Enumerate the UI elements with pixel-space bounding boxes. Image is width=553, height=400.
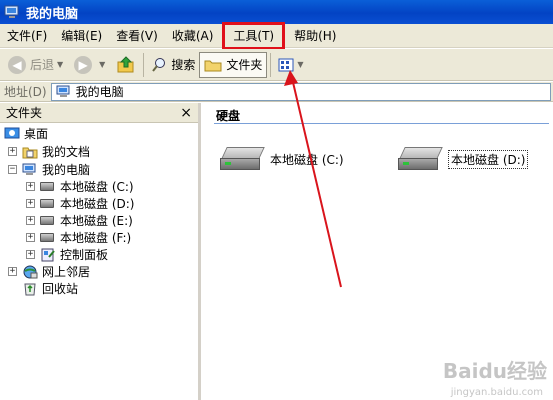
- hard-drive-icon: [40, 180, 56, 194]
- address-value: 我的电脑: [75, 85, 124, 99]
- expand-icon[interactable]: +: [26, 216, 35, 225]
- search-button[interactable]: 搜索: [147, 52, 199, 78]
- folder-up-icon: [117, 55, 134, 72]
- my-computer-icon: [56, 85, 70, 97]
- hard-drive-icon: [40, 197, 56, 211]
- tree-label: 本地磁盘 (E:): [60, 214, 133, 228]
- expand-icon[interactable]: +: [26, 182, 35, 191]
- desktop-icon: [4, 127, 20, 141]
- back-arrow-icon: ◀: [8, 55, 26, 74]
- toolbar-separator: [270, 52, 272, 77]
- back-label: 后退: [30, 58, 55, 72]
- expand-icon[interactable]: +: [26, 233, 35, 242]
- hard-drive-icon: [398, 145, 444, 173]
- hard-drive-icon: [220, 145, 266, 173]
- expand-icon[interactable]: +: [8, 147, 17, 156]
- menu-favorites[interactable]: 收藏(A): [165, 26, 221, 46]
- folder-icon: [204, 60, 222, 71]
- expand-icon[interactable]: +: [8, 267, 17, 276]
- address-input[interactable]: 我的电脑: [50, 82, 551, 101]
- tree-label: 桌面: [24, 127, 49, 141]
- title-bar: 我的电脑: [0, 0, 553, 24]
- menu-bar: 文件(F) 编辑(E) 查看(V) 收藏(A) 工具(T) 帮助(H): [0, 21, 553, 50]
- watermark-url: jingyan.baidu.com: [450, 387, 543, 398]
- toolbar: ◀ 后退 ▼ ▶ ▼ 搜索 文件夹 ▼: [0, 49, 553, 81]
- hard-drive-icon: [40, 231, 56, 245]
- close-icon[interactable]: ×: [180, 105, 192, 121]
- documents-folder-icon: [22, 145, 38, 159]
- tree-item-recycle-bin[interactable]: 回收站: [22, 280, 78, 297]
- tree-item-control-panel[interactable]: + 控制面板: [26, 246, 108, 263]
- group-divider: [214, 123, 549, 124]
- window-title: 我的电脑: [26, 6, 79, 22]
- forward-button[interactable]: ▶ ▼: [70, 52, 112, 78]
- drive-label: 本地磁盘 (C:): [270, 152, 344, 167]
- tree-label: 我的文档: [42, 145, 91, 159]
- tree-item-desktop[interactable]: 桌面: [4, 125, 48, 142]
- folders-pane: 文件夹 × 桌面 + 我的文档 − 我的电脑 + 本地磁盘 (C:) + 本地磁…: [0, 103, 201, 400]
- tree-label: 我的电脑: [42, 163, 91, 177]
- tree-item-drive-e[interactable]: + 本地磁盘 (E:): [26, 212, 133, 229]
- chevron-down-icon[interactable]: ▼: [99, 60, 105, 69]
- drive-item-d[interactable]: 本地磁盘 (D:): [398, 145, 529, 173]
- watermark: Baidu经验: [442, 359, 547, 383]
- my-computer-icon: [22, 163, 38, 177]
- menu-file[interactable]: 文件(F): [0, 26, 54, 46]
- menu-help[interactable]: 帮助(H): [287, 26, 343, 46]
- chevron-down-icon[interactable]: ▼: [297, 60, 303, 69]
- tree-label: 控制面板: [60, 248, 109, 262]
- up-button[interactable]: [112, 52, 140, 78]
- search-label: 搜索: [171, 58, 196, 72]
- tree-item-drive-c[interactable]: + 本地磁盘 (C:): [26, 178, 134, 195]
- tree-label: 本地磁盘 (F:): [60, 231, 132, 245]
- network-globe-icon: [22, 265, 38, 279]
- tree-item-my-computer[interactable]: − 我的电脑: [8, 161, 90, 178]
- tree-item-network[interactable]: + 网上邻居: [8, 263, 90, 280]
- hard-drive-icon: [40, 214, 56, 228]
- chevron-down-icon[interactable]: ▼: [57, 60, 63, 69]
- search-icon: [152, 57, 166, 72]
- views-button[interactable]: ▼: [274, 52, 310, 78]
- recycle-bin-icon: [22, 282, 38, 296]
- views-grid-icon: [278, 58, 294, 71]
- tree-label: 网上邻居: [42, 265, 91, 279]
- expand-icon[interactable]: +: [26, 199, 35, 208]
- menu-view[interactable]: 查看(V): [109, 26, 165, 46]
- expand-icon[interactable]: +: [26, 250, 35, 259]
- tree-label: 本地磁盘 (D:): [60, 197, 135, 211]
- tree-item-drive-d[interactable]: + 本地磁盘 (D:): [26, 195, 134, 212]
- my-computer-icon: [4, 5, 20, 19]
- tree-label: 回收站: [42, 282, 79, 296]
- back-button[interactable]: ◀ 后退 ▼: [4, 52, 70, 78]
- menu-tools[interactable]: 工具(T): [222, 21, 286, 50]
- folders-pane-title: 文件夹: [6, 106, 43, 120]
- toolbar-separator: [143, 52, 145, 77]
- menu-edit[interactable]: 编辑(E): [54, 26, 109, 46]
- folders-button[interactable]: 文件夹: [199, 51, 268, 78]
- control-panel-icon: [40, 248, 56, 262]
- folders-pane-header: 文件夹 ×: [0, 103, 198, 123]
- tree-item-my-documents[interactable]: + 我的文档: [8, 143, 90, 160]
- folders-label: 文件夹: [226, 58, 263, 72]
- group-title: 硬盘: [216, 109, 241, 123]
- content-pane: 硬盘 本地磁盘 (C:) 本地磁盘 (D:) Baidu经验 jingyan.b…: [204, 103, 553, 400]
- address-label: 地址(D): [4, 85, 47, 99]
- tree-label: 本地磁盘 (C:): [60, 180, 134, 194]
- drive-item-c[interactable]: 本地磁盘 (C:): [220, 145, 344, 173]
- address-bar: 地址(D) 我的电脑: [0, 82, 553, 102]
- drive-label: 本地磁盘 (D:): [448, 149, 529, 169]
- forward-arrow-icon: ▶: [74, 55, 93, 74]
- collapse-icon[interactable]: −: [8, 165, 17, 174]
- tree-item-drive-f[interactable]: + 本地磁盘 (F:): [26, 229, 131, 246]
